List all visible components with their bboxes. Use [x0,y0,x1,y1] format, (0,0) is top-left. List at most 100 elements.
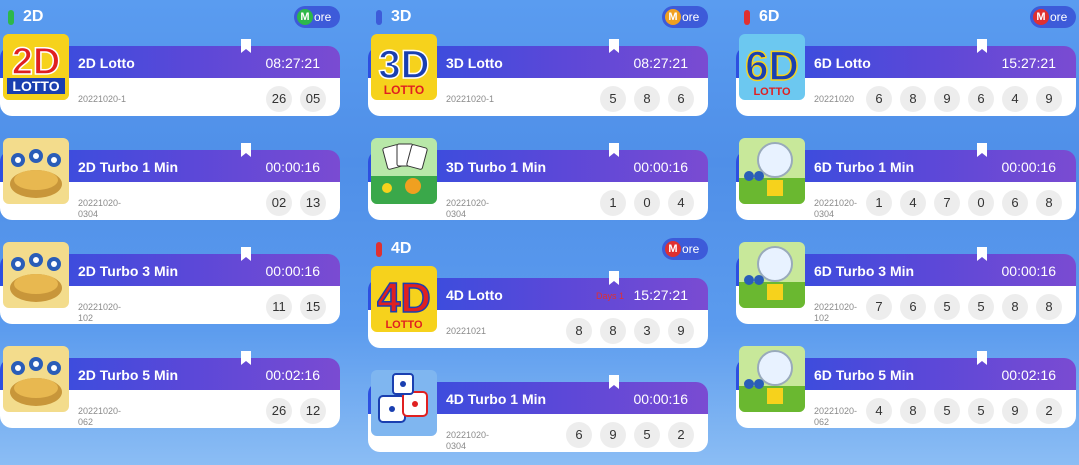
section-marker [744,10,750,25]
more-badge: M [665,9,681,25]
result-balls: 1 4 7 0 6 8 [866,190,1062,216]
result-ball: 5 [634,422,660,448]
result-balls: 5 8 6 [600,86,694,112]
countdown-timer: 00:00:16 [1001,263,1057,279]
game-name: 2D Turbo 3 Min [78,263,179,279]
game-card-3d-turbo-1[interactable]: 3D Turbo 1 Min 00:00:16 20221020-0304 1 … [368,138,708,220]
logo-text: 2D [12,41,61,83]
countdown-timer: 00:00:16 [1001,159,1057,175]
more-badge: M [1033,9,1049,25]
game-name: 6D Turbo 3 Min [814,263,915,279]
game-card-4d-turbo-1[interactable]: 4D Turbo 1 Min 00:00:16 20221020-0304 6 … [368,370,708,452]
result-ball: 5 [968,294,994,320]
more-label: ore [682,242,700,256]
bookmark-icon[interactable] [240,142,252,158]
game-name: 3D Lotto [446,55,503,71]
more-label: ore [314,10,332,24]
result-balls: 26 05 [266,86,326,112]
result-balls: 26 12 [266,398,326,424]
countdown-timer: 15:27:21 [633,287,689,303]
more-button[interactable]: M ore [662,6,708,28]
section-header-6d: 6D M ore [736,6,1076,28]
result-ball: 6 [566,422,592,448]
draw-number: 20221020-102 [78,302,122,323]
result-ball: 0 [634,190,660,216]
bookmark-icon[interactable] [976,142,988,158]
bookmark-icon[interactable] [240,246,252,262]
result-ball: 5 [934,294,960,320]
playing-cards-icon [371,138,437,204]
game-card-6d-turbo-5[interactable]: 6D Turbo 5 Min 00:02:16 20221020-062 4 8… [736,346,1076,428]
game-card-3d-lotto[interactable]: 3D Lotto 08:27:21 20221020-1 5 8 6 3D LO… [368,34,708,116]
bookmark-icon[interactable] [608,270,620,286]
result-balls: 02 13 [266,190,326,216]
4d-lotto-logo-icon: 4D LOTTO [371,266,437,332]
result-ball: 8 [634,86,660,112]
countdown-timer: 15:27:21 [1001,55,1057,71]
lottery-lobby: { "sections": { "d2": { "title": "2D", "… [0,0,1079,465]
section-header-3d: 3D M ore [368,6,708,28]
result-ball: 8 [600,318,626,344]
game-card-6d-lotto[interactable]: 6D Lotto 15:27:21 20221020 6 8 9 6 4 9 6… [736,34,1076,116]
bookmark-icon[interactable] [976,350,988,366]
draw-number: 20221020-0304 [78,198,122,219]
bookmark-icon[interactable] [240,38,252,54]
section-marker [376,10,382,25]
result-ball: 12 [300,398,326,424]
countdown-timer: 00:02:16 [1001,367,1057,383]
more-button[interactable]: M ore [662,238,708,260]
result-ball: 6 [1002,190,1028,216]
section-title: 4D [391,240,412,257]
bookmark-icon[interactable] [608,38,620,54]
bookmark-icon[interactable] [240,350,252,366]
bookmark-icon[interactable] [608,374,620,390]
game-name: 6D Turbo 5 Min [814,367,915,383]
game-card-2d-turbo-5[interactable]: 2D Turbo 5 Min 00:02:16 20221020-062 26 … [0,346,340,428]
result-ball: 26 [266,398,292,424]
draw-number: 20221020-0304 [814,198,858,219]
result-ball: 26 [266,86,292,112]
result-ball: 6 [866,86,892,112]
dice-icon [371,370,437,436]
bookmark-icon[interactable] [976,246,988,262]
result-ball: 9 [934,86,960,112]
more-badge: M [297,9,313,25]
game-name: 2D Lotto [78,55,135,71]
game-card-4d-lotto[interactable]: 4D Lotto Days 1 15:27:21 20221021 8 8 3 … [368,266,708,348]
2d-lotto-logo-icon: 2D LOTTO [3,34,69,100]
draw-number: 20221020-1 [78,94,127,104]
countdown-timer: 08:27:21 [265,55,321,71]
countdown-timer: 00:00:16 [633,159,689,175]
bookmark-icon[interactable] [976,38,988,54]
result-ball: 5 [968,398,994,424]
result-ball: 4 [668,190,694,216]
result-ball: 9 [1002,398,1028,424]
section-title: 3D [391,8,412,25]
result-ball: 8 [1036,190,1062,216]
result-balls: 7 6 5 5 8 8 [866,294,1062,320]
section-header-2d: 2D M ore [0,6,340,28]
result-balls: 4 8 5 5 9 2 [866,398,1062,424]
gold-coins-icon [3,242,69,308]
more-button[interactable]: M ore [1030,6,1076,28]
countdown-timer: 00:00:16 [265,263,321,279]
logo-caption: LOTTO [384,83,424,97]
bookmark-icon[interactable] [608,142,620,158]
result-ball: 1 [600,190,626,216]
game-card-6d-turbo-1[interactable]: 6D Turbo 1 Min 00:00:16 20221020-0304 1 … [736,138,1076,220]
draw-number: 20221020 [814,94,855,104]
game-card-2d-lotto[interactable]: 2D Lotto 08:27:21 20221020-1 26 05 2D LO… [0,34,340,116]
game-name: 4D Lotto [446,287,503,303]
result-ball: 5 [934,398,960,424]
game-card-2d-turbo-3[interactable]: 2D Turbo 3 Min 00:00:16 20221020-102 11 … [0,242,340,324]
game-card-6d-turbo-3[interactable]: 6D Turbo 3 Min 00:00:16 20221020-102 7 6… [736,242,1076,324]
more-label: ore [1050,10,1068,24]
game-card-2d-turbo-1[interactable]: 2D Turbo 1 Min 00:00:16 20221020-0304 02… [0,138,340,220]
section-marker [376,242,382,257]
result-balls: 11 15 [266,294,326,320]
result-ball: 05 [300,86,326,112]
result-ball: 9 [668,318,694,344]
more-button[interactable]: M ore [294,6,340,28]
result-ball: 9 [600,422,626,448]
result-ball: 7 [934,190,960,216]
